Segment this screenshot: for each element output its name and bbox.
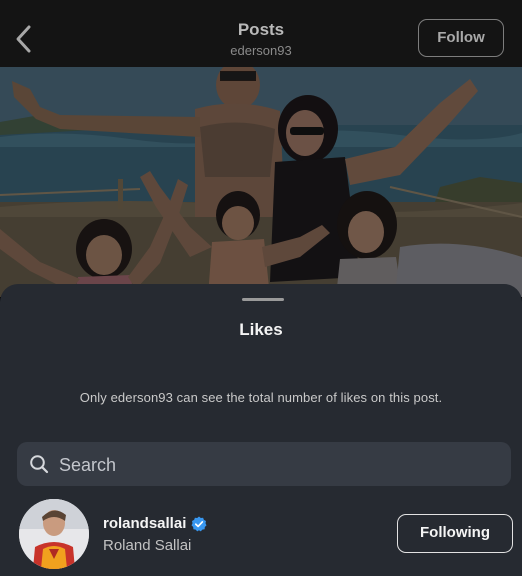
- follow-button[interactable]: Follow: [418, 19, 504, 57]
- avatar-photo: [19, 499, 89, 569]
- top-nav-bar: Posts ederson93 Follow: [0, 0, 522, 68]
- following-button[interactable]: Following: [397, 514, 513, 553]
- list-item[interactable]: rolandsallai Roland Sallai Following: [0, 498, 522, 576]
- search-icon: [30, 455, 49, 474]
- likes-sheet: Likes Only ederson93 can see the total n…: [0, 284, 522, 576]
- likes-privacy-notice: Only ederson93 can see the total number …: [79, 390, 443, 405]
- post-photo: [0, 67, 522, 297]
- search-bar[interactable]: [17, 442, 511, 488]
- search-input[interactable]: [57, 442, 501, 488]
- avatar[interactable]: [19, 499, 89, 569]
- sheet-drag-handle[interactable]: [242, 298, 284, 301]
- full-name: Roland Sallai: [103, 537, 192, 554]
- sheet-title: Likes: [239, 320, 283, 339]
- username-link[interactable]: rolandsallai: [103, 515, 207, 532]
- verified-badge-icon: [191, 516, 207, 531]
- username: rolandsallai: [103, 515, 187, 532]
